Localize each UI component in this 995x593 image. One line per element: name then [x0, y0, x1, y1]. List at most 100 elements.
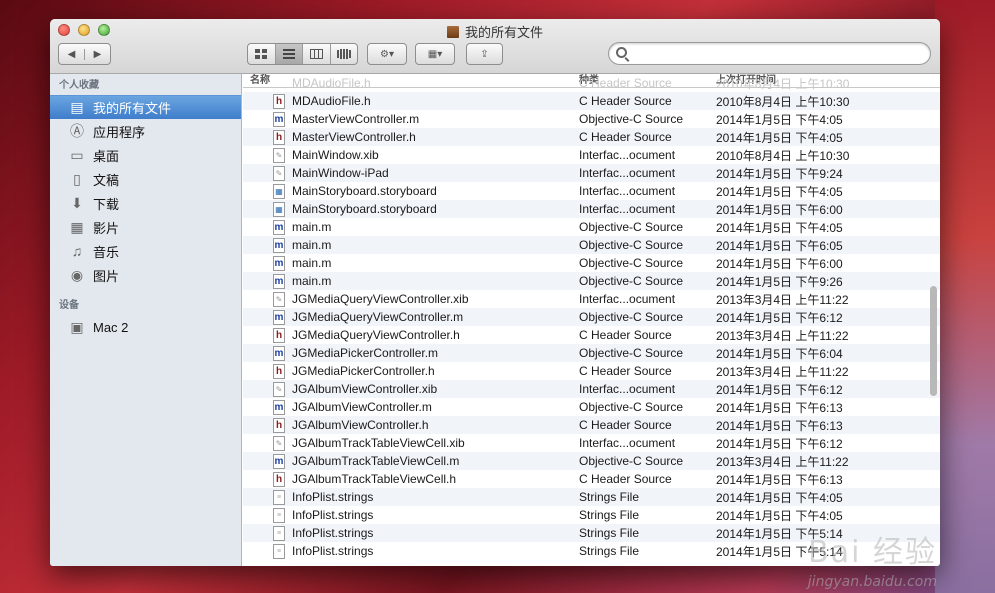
cell-name: ✎ MainWindow-iPad [243, 165, 572, 181]
sidebar-item[interactable]: ▯ 文稿 [50, 167, 241, 191]
table-row[interactable]: ≡ InfoPlist.strings Strings File 2014年1月5日 … [243, 488, 940, 506]
cell-kind: Interfac...ocument [579, 202, 676, 216]
titlebar: 我的所有文件 ◀ ▶ ⚙▾ ▦▾ ⇪ [50, 19, 940, 74]
file-xib-icon: ✎ [273, 435, 285, 451]
table-row[interactable]: m JGMediaQueryViewController.m Objective-C… [243, 308, 940, 326]
cell-date: 2014年1月5日 下午4:05 [716, 184, 843, 199]
cell-date: 2014年1月5日 下午4:05 [716, 490, 843, 505]
cell-kind: Strings File [579, 526, 640, 540]
file-sb-icon: ▦ [273, 183, 285, 199]
table-row[interactable]: m MasterViewController.m Objective-C Sourc… [243, 110, 940, 128]
sidebar-item-label: 下载 [93, 196, 120, 212]
table-row[interactable]: ✎ JGMediaQueryViewController.xib Interfac.… [243, 290, 940, 308]
file-name: JGMediaQueryViewController.m [292, 310, 464, 324]
file-txt-icon: ≡ [273, 507, 285, 523]
table-row[interactable]: m JGAlbumTrackTableViewCell.m Objective-C … [243, 452, 940, 470]
cell-name: h MDAudioFile.h [243, 93, 572, 109]
table-row[interactable]: ✎ MainWindow.xib Interfac...ocument 2010年8月… [243, 146, 940, 164]
cell-date: 2010年8月4日 上午10:30 [716, 76, 850, 91]
file-txt-icon: ≡ [273, 543, 285, 559]
table-row[interactable]: m JGMediaPickerController.m Objective-C So… [243, 344, 940, 362]
cell-name: m MasterViewController.m [243, 111, 572, 127]
file-m-icon: m [273, 219, 285, 235]
table-row[interactable]: ≡ InfoPlist.strings Strings File 2014年1月5日 … [243, 506, 940, 524]
file-m-icon: m [273, 111, 285, 127]
list-view-icon[interactable] [274, 44, 302, 64]
window-title-text: 我的所有文件 [464, 25, 543, 40]
cell-name: h JGMediaQueryViewController.h [243, 327, 572, 343]
table-row[interactable]: m JGAlbumViewController.m Objective-C Sour… [243, 398, 940, 416]
cell-name: m main.m [243, 273, 572, 289]
table-row[interactable]: h JGAlbumViewController.h C Header Source 2… [243, 416, 940, 434]
table-row[interactable]: m main.m Objective-C Source 2014年1月5日 下午6:0… [243, 236, 940, 254]
table-row[interactable]: ✎ JGAlbumTrackTableViewCell.xib Interfac..… [243, 434, 940, 452]
table-row[interactable]: ▦ MainStoryboard.storyboard Interfac...ocu… [243, 200, 940, 218]
icon-view-icon[interactable] [248, 44, 275, 64]
table-row[interactable]: h JGMediaQueryViewController.h C Header So… [243, 326, 940, 344]
sidebar-item[interactable]: ⬇ 下载 [50, 191, 241, 215]
pictures-icon: ◉ [70, 266, 84, 283]
file-rows: MDAudioFile.h C Header Source 2010年8月4日 上午… [243, 74, 940, 560]
cell-kind: Strings File [579, 508, 640, 522]
table-row[interactable]: ✎ MainWindow-iPad Interfac...ocument 2014年1… [243, 164, 940, 182]
sidebar-item[interactable]: ◉ 图片 [50, 263, 241, 287]
table-row[interactable]: m main.m Objective-C Source 2014年1月5日 下午6:0… [243, 254, 940, 272]
table-row[interactable]: ▦ MainStoryboard.storyboard Interfac...ocu… [243, 182, 940, 200]
cell-kind: Interfac...ocument [579, 382, 676, 396]
back-button[interactable]: ◀ [59, 49, 84, 60]
cell-name: ✎ MainWindow.xib [243, 147, 572, 163]
sidebar-favorites: ▤ 我的所有文件 Ⓐ 应用程序 ▭ 桌面 ▯ 文稿 ⬇ 下载 ▦ 影片 ♫ 音乐 ◉ 图片 [50, 95, 241, 287]
file-name: JGAlbumViewController.h [292, 418, 429, 432]
cell-name: ✎ JGAlbumTrackTableViewCell.xib [243, 435, 572, 451]
table-row[interactable]: ✎ JGAlbumViewController.xib Interfac...ocu… [243, 380, 940, 398]
table-row[interactable]: h JGAlbumTrackTableViewCell.h C Header Sou… [243, 470, 940, 488]
table-row[interactable]: m main.m Objective-C Source 2014年1月5日 下午4:0… [243, 218, 940, 236]
sidebar-item[interactable]: ▦ 影片 [50, 215, 241, 239]
table-row[interactable]: h MDAudioFile.h C Header Source 2010年8月4日 上… [243, 92, 940, 110]
search-field[interactable] [608, 42, 931, 65]
movies-icon: ▦ [70, 218, 84, 235]
window-title: 我的所有文件 [50, 22, 940, 41]
folder-icon [446, 26, 459, 38]
sidebar-devices: ▣ Mac 2 [50, 315, 241, 339]
sidebar-item[interactable]: Ⓐ 应用程序 [50, 119, 241, 143]
file-name: JGAlbumTrackTableViewCell.xib [292, 436, 465, 450]
cell-name: m main.m [243, 255, 572, 271]
sidebar: 个人收藏 ▤ 我的所有文件 Ⓐ 应用程序 ▭ 桌面 ▯ 文稿 ⬇ 下载 ▦ 影片 ♫ 音乐 ◉ 图片 设备 ▣… [50, 74, 242, 566]
share-button[interactable]: ⇪ [466, 43, 503, 65]
file-name: MainStoryboard.storyboard [292, 202, 437, 216]
file-name: MainStoryboard.storyboard [292, 184, 437, 198]
sidebar-item[interactable]: ♫ 音乐 [50, 239, 241, 263]
sidebar-item-label: 图片 [93, 268, 120, 284]
table-row[interactable]: h JGMediaPickerController.h C Header Sourc… [243, 362, 940, 380]
hard-drive-icon: ▣ [70, 318, 84, 335]
cell-date: 2014年1月5日 下午6:00 [716, 202, 843, 217]
cell-date: 2014年1月5日 下午4:05 [716, 508, 843, 523]
search-icon [616, 47, 627, 58]
sidebar-item-label: 应用程序 [93, 124, 146, 140]
cell-kind: Objective-C Source [579, 454, 684, 468]
sidebar-item[interactable]: ▤ 我的所有文件 [50, 95, 241, 119]
table-row[interactable]: h MasterViewController.h C Header Source 20… [243, 128, 940, 146]
action-menu-button[interactable]: ⚙▾ [367, 43, 407, 65]
coverflow-view-icon[interactable] [329, 44, 358, 64]
sidebar-item[interactable]: ▭ 桌面 [50, 143, 241, 167]
sidebar-device[interactable]: ▣ Mac 2 [50, 315, 241, 339]
devices-header: 设备 [59, 300, 79, 311]
cell-date: 2014年1月5日 下午4:05 [716, 220, 843, 235]
arrange-icon: ▦▾ [427, 48, 443, 60]
cell-kind: Interfac...ocument [579, 166, 676, 180]
arrange-menu-button[interactable]: ▦▾ [415, 43, 455, 65]
cell-date: 2013年3月4日 上午11:22 [716, 328, 849, 343]
cell-date: 2014年1月5日 下午9:24 [716, 166, 843, 181]
forward-button[interactable]: ▶ [84, 48, 110, 60]
column-view-icon[interactable] [302, 44, 330, 64]
file-h-icon: h [273, 327, 285, 343]
cell-name: ▦ MainStoryboard.storyboard [243, 201, 572, 217]
cell-name: h JGMediaPickerController.h [243, 363, 572, 379]
file-name: JGMediaQueryViewController.xib [292, 292, 469, 306]
vertical-scrollbar[interactable] [930, 286, 937, 396]
cell-date: 2014年1月5日 下午6:05 [716, 238, 843, 253]
table-row[interactable]: m main.m Objective-C Source 2014年1月5日 下午9:2… [243, 272, 940, 290]
search-input[interactable] [633, 45, 923, 62]
